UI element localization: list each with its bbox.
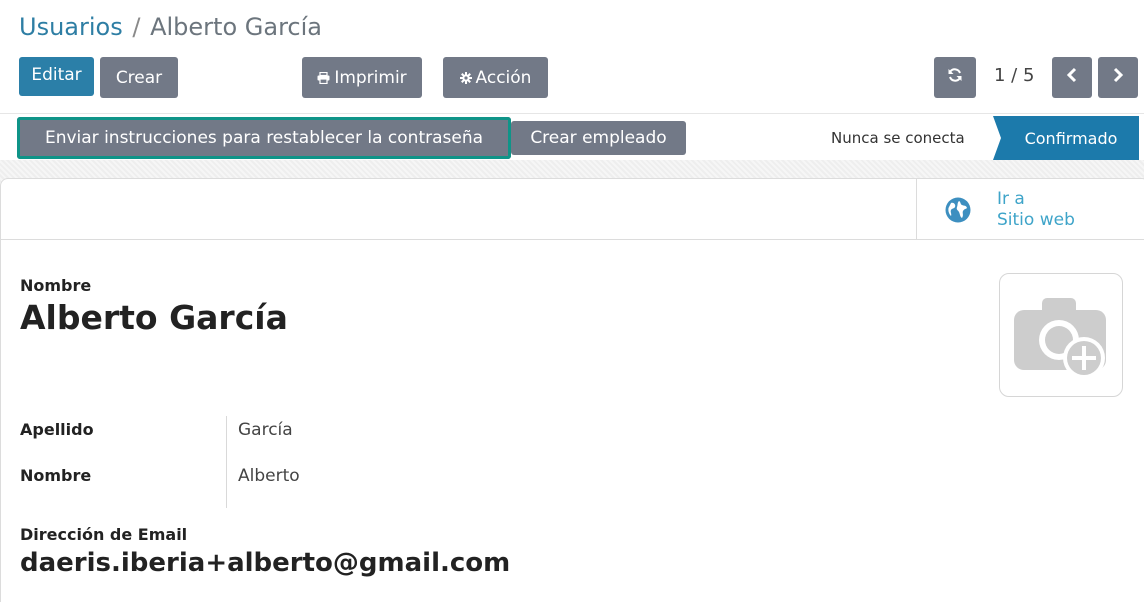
breadcrumb-users-link[interactable]: Usuarios: [19, 13, 123, 41]
form-statusbar: Enviar instrucciones para restablecer la…: [0, 113, 1144, 160]
email-field[interactable]: daeris.iberia+alberto@gmail.com: [20, 548, 510, 578]
gear-icon: [459, 71, 472, 84]
refresh-icon: [947, 67, 963, 88]
chevron-right-icon: [1112, 67, 1124, 88]
stage-confirmed[interactable]: Confirmado: [993, 116, 1139, 160]
email-label: Dirección de Email: [20, 525, 188, 544]
refresh-button[interactable]: [934, 57, 976, 98]
create-employee-button[interactable]: Crear empleado: [511, 121, 686, 155]
chevron-left-icon: [1066, 67, 1078, 88]
go-to-label: Ir a: [997, 189, 1025, 209]
next-record-button[interactable]: [1098, 57, 1138, 98]
stage-never-connected[interactable]: Nunca se conecta: [831, 129, 965, 147]
action-button[interactable]: Acción: [443, 57, 548, 98]
globe-icon: [945, 197, 971, 227]
previous-record-button[interactable]: [1052, 57, 1092, 98]
print-button[interactable]: Imprimir: [302, 57, 422, 98]
create-button[interactable]: Crear: [100, 57, 178, 98]
print-button-label: Imprimir: [334, 67, 407, 88]
firstname-label: Nombre: [20, 466, 92, 485]
pager-value[interactable]: 1 / 5: [994, 65, 1034, 86]
firstname-field[interactable]: Alberto: [238, 466, 300, 486]
go-to-website-button[interactable]: Ir a Sitio web: [916, 179, 1144, 240]
button-box: Ir a Sitio web: [1, 179, 1144, 240]
website-label: Sitio web: [997, 210, 1075, 230]
breadcrumb-separator: /: [132, 13, 141, 41]
camera-add-icon: [1014, 298, 1106, 379]
printer-icon: [317, 71, 330, 84]
reset-password-button[interactable]: Enviar instrucciones para restablecer la…: [17, 117, 511, 159]
field-divider: [226, 416, 227, 508]
action-button-label: Acción: [475, 67, 532, 88]
edit-button[interactable]: Editar: [19, 57, 94, 96]
name-label: Nombre: [20, 276, 92, 295]
name-field[interactable]: Alberto García: [20, 298, 288, 337]
go-to-website-label: Ir a Sitio web: [997, 189, 1075, 231]
surname-field[interactable]: García: [238, 420, 293, 440]
surname-label: Apellido: [20, 420, 94, 439]
breadcrumb-current: Alberto García: [150, 13, 322, 41]
avatar-upload[interactable]: [999, 273, 1123, 397]
breadcrumb: Usuarios / Alberto García: [19, 11, 322, 43]
